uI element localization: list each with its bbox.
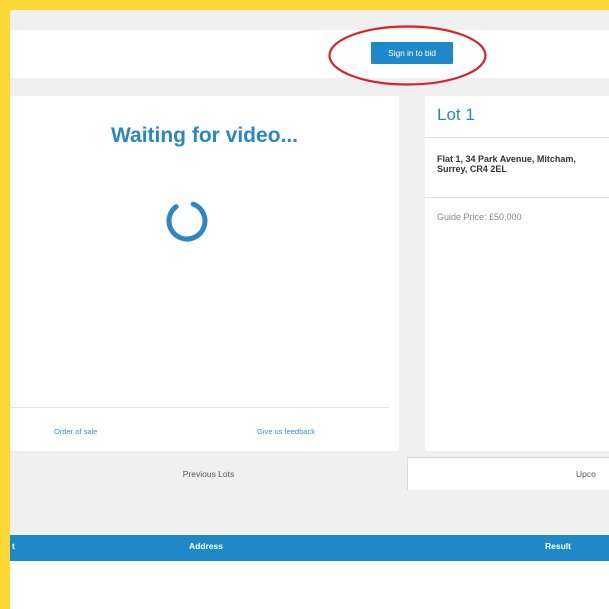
- video-status-text: Waiting for video...: [110, 124, 299, 147]
- lot-details-panel: [425, 96, 609, 451]
- loading-spinner-icon: [166, 200, 208, 242]
- yellow-frame-left: [0, 0, 10, 609]
- yellow-frame-top: [0, 0, 609, 10]
- video-footer-divider: [10, 407, 389, 408]
- column-header-address: Address: [189, 541, 224, 551]
- tab-upcoming-lots[interactable]: Upco: [407, 457, 609, 490]
- column-header-result: Result: [545, 541, 571, 551]
- lot-title: Lot 1: [437, 105, 475, 124]
- lot-title-divider: [425, 137, 609, 138]
- order-of-sale-link[interactable]: Order of sale: [54, 427, 97, 436]
- column-header-lot: t: [12, 541, 15, 551]
- lot-address-divider: [425, 197, 609, 198]
- lots-table-header: [10, 535, 609, 561]
- lot-address-line-1: Flat 1, 34 Park Avenue, Mitcham,: [437, 154, 576, 164]
- tab-previous-lots[interactable]: Previous Lots: [10, 457, 407, 490]
- sign-in-to-bid-button[interactable]: Sign in to bid: [371, 42, 453, 64]
- lots-table-body: [10, 561, 609, 609]
- lot-address: Flat 1, 34 Park Avenue, Mitcham, Surrey,…: [437, 154, 609, 174]
- header-bar: [10, 30, 609, 78]
- lot-address-line-2: Surrey, CR4 2EL: [437, 164, 507, 174]
- give-feedback-link[interactable]: Give us feedback: [257, 427, 315, 436]
- guide-price: Guide Price: £50,000: [437, 212, 522, 222]
- video-panel: [10, 96, 399, 451]
